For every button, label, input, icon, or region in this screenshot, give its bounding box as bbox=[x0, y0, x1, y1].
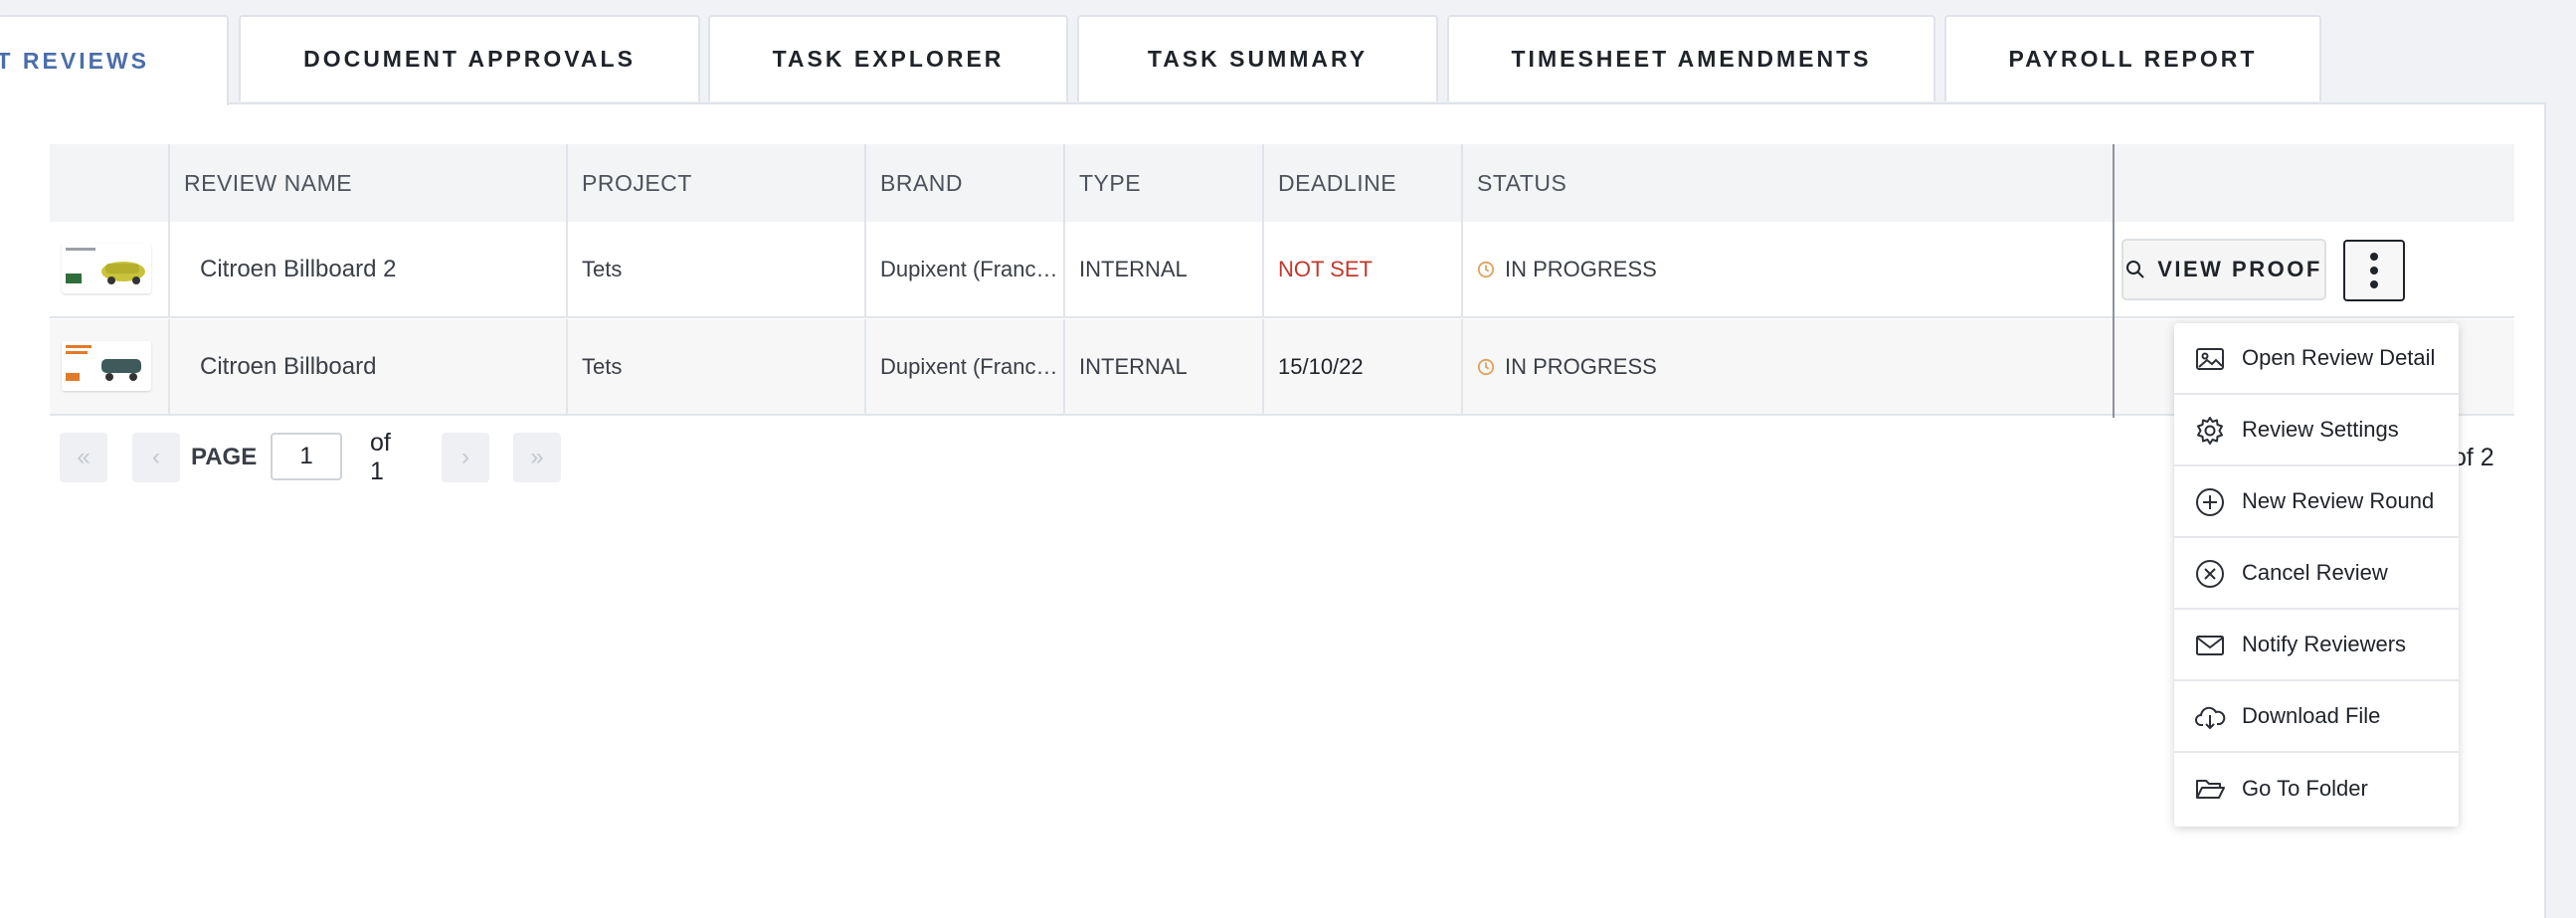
column-header-type[interactable]: TYPE bbox=[1063, 144, 1262, 222]
column-header-review-name[interactable]: REVIEW NAME bbox=[168, 144, 566, 222]
view-proof-button[interactable]: VIEW PROOF bbox=[2121, 239, 2326, 300]
right-page-count-text: of 2 bbox=[2453, 443, 2494, 471]
review-name-cell[interactable]: Citroen Billboard 2 bbox=[168, 222, 566, 316]
brand-cell: Dupixent (Franc… bbox=[864, 222, 1063, 316]
brand-cell: Dupixent (Franc… bbox=[864, 319, 1063, 414]
column-header-status[interactable]: STATUS bbox=[1461, 144, 2113, 222]
more-actions-button[interactable] bbox=[2343, 240, 2405, 301]
folder-open-icon bbox=[2196, 780, 2225, 799]
menu-item-open-review-detail[interactable]: Open Review Detail bbox=[2174, 323, 2459, 395]
tab-task-summary[interactable]: TASK SUMMARY bbox=[1077, 15, 1438, 101]
menu-item-label: Cancel Review bbox=[2242, 560, 2388, 585]
menu-item-label: Go To Folder bbox=[2242, 776, 2368, 801]
menu-item-new-review-round[interactable]: New Review Round bbox=[2174, 466, 2459, 538]
menu-item-label: Review Settings bbox=[2242, 417, 2399, 442]
status-cell: IN PROGRESS bbox=[1461, 319, 2113, 414]
gear-icon bbox=[2197, 417, 2223, 445]
cloud-download-icon bbox=[2195, 706, 2226, 730]
kebab-dot bbox=[2370, 253, 2378, 261]
table-header: REVIEW NAME PROJECT BRAND TYPE DEADLINE … bbox=[50, 144, 2514, 222]
table-row[interactable]: Citroen Billboard Tets Dupixent (Franc… … bbox=[50, 319, 2514, 416]
row-actions-menu: Open Review Detail Review Settings New R… bbox=[2174, 323, 2459, 826]
menu-item-review-settings[interactable]: Review Settings bbox=[2174, 395, 2459, 466]
tab-task-explorer[interactable]: TASK EXPLORER bbox=[708, 15, 1068, 101]
first-page-button[interactable]: « bbox=[60, 433, 107, 482]
x-circle-icon bbox=[2196, 560, 2224, 588]
actions-column-divider bbox=[2113, 144, 2115, 418]
menu-item-go-to-folder[interactable]: Go To Folder bbox=[2174, 753, 2459, 825]
menu-item-label: Open Review Detail bbox=[2242, 345, 2436, 370]
page-label: PAGE bbox=[191, 444, 258, 470]
clock-icon bbox=[1477, 358, 1495, 375]
image-icon bbox=[2196, 348, 2224, 370]
menu-item-download-file[interactable]: Download File bbox=[2174, 681, 2459, 753]
search-icon bbox=[2126, 261, 2144, 278]
deadline-cell: 15/10/22 bbox=[1262, 319, 1461, 414]
column-header-deadline[interactable]: DEADLINE bbox=[1262, 144, 1461, 222]
project-cell: Tets bbox=[566, 222, 864, 316]
type-cell: INTERNAL bbox=[1063, 222, 1262, 316]
kebab-dot bbox=[2370, 267, 2378, 275]
next-page-button[interactable]: › bbox=[442, 433, 489, 482]
page-count-text: of 1 bbox=[370, 429, 391, 485]
type-cell: INTERNAL bbox=[1063, 319, 1262, 414]
status-label: IN PROGRESS bbox=[1505, 353, 1657, 379]
menu-item-cancel-review[interactable]: Cancel Review bbox=[2174, 538, 2459, 610]
status-cell: IN PROGRESS bbox=[1461, 222, 2113, 316]
tab-document-approvals[interactable]: DOCUMENT APPROVALS bbox=[239, 15, 700, 101]
menu-item-label: New Review Round bbox=[2242, 488, 2435, 513]
project-cell: Tets bbox=[566, 319, 864, 414]
view-proof-label: VIEW PROOF bbox=[2157, 257, 2322, 281]
proof-thumbnail[interactable] bbox=[62, 244, 151, 293]
envelope-icon bbox=[2196, 636, 2224, 655]
column-header-project[interactable]: PROJECT bbox=[566, 144, 864, 222]
column-header-brand[interactable]: BRAND bbox=[864, 144, 1063, 222]
kebab-dot bbox=[2370, 280, 2378, 288]
proof-thumbnail[interactable] bbox=[62, 341, 151, 391]
plus-circle-icon bbox=[2196, 488, 2224, 516]
thumbnail-column-header bbox=[50, 144, 168, 222]
last-page-button[interactable]: » bbox=[513, 433, 561, 482]
tab-timesheet-amendments[interactable]: TIMESHEET AMENDMENTS bbox=[1447, 15, 1935, 101]
menu-item-label: Download File bbox=[2242, 703, 2381, 728]
tab-reviews[interactable]: NT REVIEWS bbox=[0, 15, 229, 105]
review-name-cell[interactable]: Citroen Billboard bbox=[168, 319, 566, 414]
clock-icon bbox=[1477, 261, 1495, 277]
previous-page-button[interactable]: ‹ bbox=[132, 433, 180, 482]
deadline-cell: NOT SET bbox=[1262, 222, 1461, 316]
menu-item-notify-reviewers[interactable]: Notify Reviewers bbox=[2174, 610, 2459, 681]
tab-payroll-report[interactable]: PAYROLL REPORT bbox=[1944, 15, 2321, 101]
page-number-input[interactable] bbox=[271, 433, 342, 480]
status-label: IN PROGRESS bbox=[1505, 256, 1657, 281]
menu-item-label: Notify Reviewers bbox=[2242, 632, 2407, 656]
